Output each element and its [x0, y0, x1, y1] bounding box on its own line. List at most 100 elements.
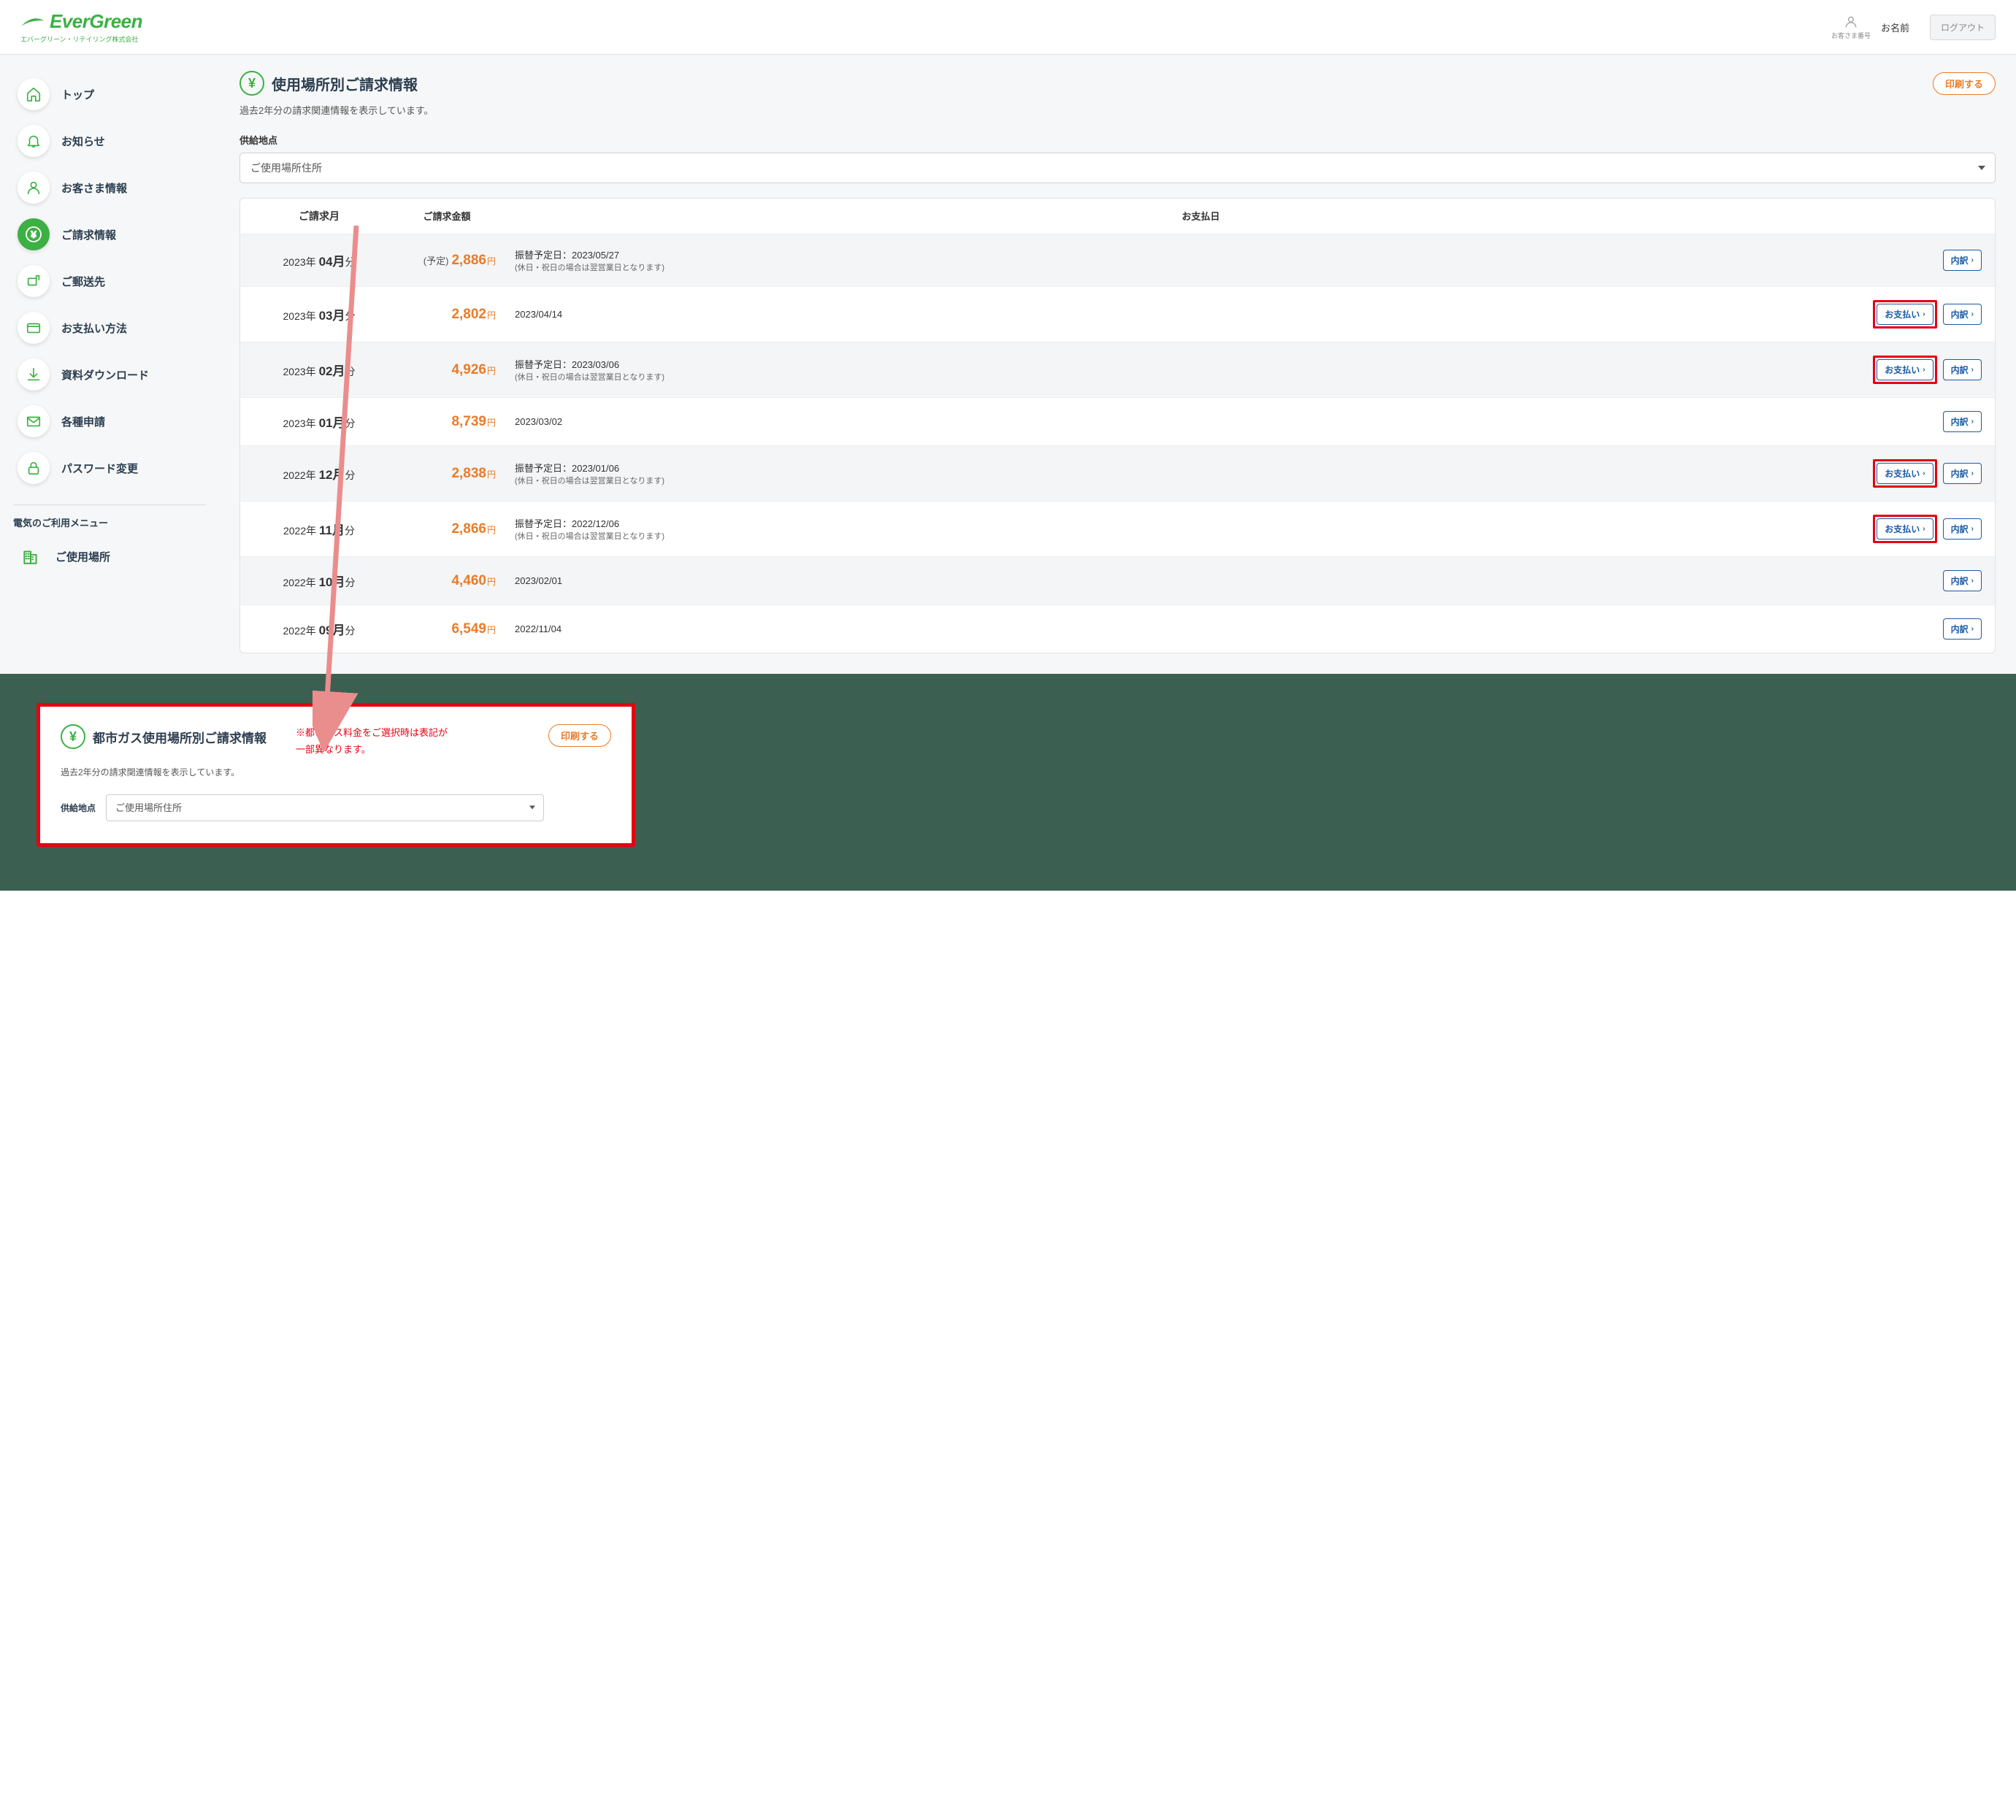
pay-button[interactable]: お支払い› — [1877, 518, 1933, 540]
billing-row: 2022年 11月分 2,866円 振替予定日：2022/12/06(休日・祝日… — [240, 501, 1995, 556]
sidebar-item-label: 資料ダウンロード — [61, 367, 149, 383]
annotation-title: 都市ガス使用場所別ご請求情報 — [93, 728, 267, 746]
detail-button[interactable]: 内訳› — [1943, 570, 1982, 591]
billing-amount: 4,926円 — [385, 362, 509, 378]
billing-date: 振替予定日：2023/03/06(休日・祝日の場合は翌営業日となります) — [509, 357, 1873, 383]
billing-amount: (予定)2,886円 — [385, 253, 509, 269]
chevron-right-icon: › — [1971, 469, 1974, 477]
sidebar-item-user[interactable]: お客さま情報 — [13, 164, 206, 211]
logo-subtitle: エバーグリーン・リテイリング株式会社 — [20, 34, 142, 44]
logo[interactable]: EverGreen エバーグリーン・リテイリング株式会社 — [20, 10, 142, 44]
user-icon — [18, 172, 50, 204]
detail-button[interactable]: 内訳› — [1943, 411, 1982, 432]
annotation-note: ※都市ガス料金をご選択時は表記が 一部異なります。 — [296, 724, 534, 759]
chevron-right-icon: › — [1971, 310, 1974, 318]
billing-amount: 4,460円 — [385, 573, 509, 589]
card-icon — [18, 312, 50, 344]
pay-button[interactable]: お支払い› — [1877, 304, 1933, 325]
sidebar-item-card[interactable]: お支払い方法 — [13, 304, 206, 351]
billing-date: 2023/02/01 — [509, 575, 1943, 586]
header-month: ご請求月 — [253, 209, 385, 223]
logout-button[interactable]: ログアウト — [1930, 15, 1996, 40]
table-header: ご請求月 ご請求金額 お支払日 — [240, 199, 1995, 234]
billing-date: 2022/11/04 — [509, 623, 1943, 634]
chevron-right-icon: › — [1923, 366, 1925, 374]
sidebar-item-bell[interactable]: お知らせ — [13, 118, 206, 164]
detail-button[interactable]: 内訳› — [1943, 618, 1982, 640]
sidebar-item-yen[interactable]: ¥ ご請求情報 — [13, 211, 206, 258]
detail-button[interactable]: 内訳› — [1943, 250, 1982, 271]
billing-row: 2023年 01月分 8,739円 2023/03/02 内訳› — [240, 397, 1995, 445]
chevron-right-icon: › — [1971, 577, 1974, 585]
lock-icon — [18, 452, 50, 484]
chevron-right-icon: › — [1971, 418, 1974, 426]
billing-amount: 8,739円 — [385, 414, 509, 430]
svg-text:¥: ¥ — [31, 229, 37, 240]
billing-row: 2022年 09月分 6,549円 2022/11/04 内訳› — [240, 604, 1995, 653]
page-title: 使用場所別ご請求情報 — [272, 73, 418, 94]
billing-table: ご請求月 ご請求金額 お支払日 2023年 04月分 (予定)2,886円 振替… — [239, 198, 1996, 653]
page-description: 過去2年分の請求関連情報を表示しています。 — [239, 103, 1996, 117]
sidebar-item-label: お知らせ — [61, 134, 105, 149]
sidebar-item-mailbox[interactable]: ご郵送先 — [13, 258, 206, 304]
customer-number-label: お客さま番号 — [1831, 31, 1871, 40]
billing-month: 2023年 01月分 — [253, 412, 385, 431]
logo-text: EverGreen — [50, 10, 142, 33]
sidebar-item-lock[interactable]: パスワード変更 — [13, 445, 206, 491]
billing-amount: 2,866円 — [385, 521, 509, 537]
sidebar: トップお知らせお客さま情報 ¥ ご請求情報ご郵送先お支払い方法資料ダウンロード各種申… — [0, 55, 219, 589]
sidebar-subitem-building[interactable]: ご使用場所 — [13, 540, 206, 573]
billing-row: 2022年 10月分 4,460円 2023/02/01 内訳› — [240, 556, 1995, 604]
sidebar-item-label: トップ — [61, 87, 94, 102]
billing-month: 2022年 12月分 — [253, 464, 385, 483]
annotation-description: 過去2年分の請求関連情報を表示しています。 — [61, 766, 611, 778]
sidebar-item-label: お支払い方法 — [61, 320, 127, 336]
annotation-print-button[interactable]: 印刷する — [548, 724, 611, 747]
sidebar-item-label: ご請求情報 — [61, 227, 116, 242]
detail-button[interactable]: 内訳› — [1943, 463, 1982, 484]
sidebar-item-home[interactable]: トップ — [13, 71, 206, 118]
chevron-right-icon: › — [1971, 256, 1974, 264]
annotation-supply-label: 供給地点 — [61, 802, 96, 814]
billing-row: 2022年 12月分 2,838円 振替予定日：2023/01/06(休日・祝日… — [240, 445, 1995, 501]
chevron-right-icon: › — [1971, 625, 1974, 633]
sidebar-item-envelope[interactable]: 各種申請 — [13, 398, 206, 445]
bell-icon — [18, 125, 50, 157]
detail-button[interactable]: 内訳› — [1943, 518, 1982, 540]
sidebar-section-title: 電気のご利用メニュー — [13, 515, 206, 529]
billing-amount: 6,549円 — [385, 621, 509, 637]
detail-button[interactable]: 内訳› — [1943, 359, 1982, 380]
chevron-right-icon: › — [1923, 525, 1925, 533]
logo-swoosh-icon — [20, 17, 45, 27]
annotation-supply-select[interactable]: ご使用場所住所 — [106, 794, 544, 821]
billing-row: 2023年 02月分 4,926円 振替予定日：2023/03/06(休日・祝日… — [240, 342, 1995, 397]
annotation-card: ¥ 都市ガス使用場所別ご請求情報 ※都市ガス料金をご選択時は表記が 一部異なりま… — [37, 703, 635, 847]
app-header: EverGreen エバーグリーン・リテイリング株式会社 お客さま番号 お名前 … — [0, 0, 2016, 55]
billing-date: 振替予定日：2022/12/06(休日・祝日の場合は翌営業日となります) — [509, 516, 1873, 542]
billing-date: 2023/03/02 — [509, 416, 1943, 427]
billing-month: 2023年 02月分 — [253, 361, 385, 379]
header-date: お支払日 — [509, 209, 1887, 223]
sidebar-item-download[interactable]: 資料ダウンロード — [13, 351, 206, 398]
billing-row: 2023年 04月分 (予定)2,886円 振替予定日：2023/05/27(休… — [240, 234, 1995, 286]
main-content: ¥ 使用場所別ご請求情報 印刷する 過去2年分の請求関連情報を表示しています。 … — [219, 55, 2016, 674]
billing-amount: 2,802円 — [385, 307, 509, 323]
home-icon — [18, 78, 50, 110]
sidebar-item-label: 各種申請 — [61, 414, 105, 429]
sidebar-item-label: お客さま情報 — [61, 180, 127, 196]
pay-button[interactable]: お支払い› — [1877, 359, 1933, 380]
billing-month: 2022年 10月分 — [253, 572, 385, 590]
sidebar-divider — [13, 504, 206, 505]
user-name: お名前 — [1881, 20, 1909, 34]
detail-button[interactable]: 内訳› — [1943, 304, 1982, 325]
print-button[interactable]: 印刷する — [1933, 72, 1996, 95]
header-amount: ご請求金額 — [385, 209, 509, 223]
pay-button[interactable]: お支払い› — [1877, 463, 1933, 484]
billing-date: 振替予定日：2023/05/27(休日・祝日の場合は翌営業日となります) — [509, 247, 1943, 273]
sidebar-subitem-label: ご使用場所 — [55, 549, 110, 564]
chevron-right-icon: › — [1971, 525, 1974, 533]
chevron-right-icon: › — [1971, 366, 1974, 374]
sidebar-item-label: パスワード変更 — [61, 461, 138, 476]
billing-month: 2022年 09月分 — [253, 620, 385, 638]
supply-point-select[interactable]: ご使用場所住所 — [239, 153, 1996, 183]
